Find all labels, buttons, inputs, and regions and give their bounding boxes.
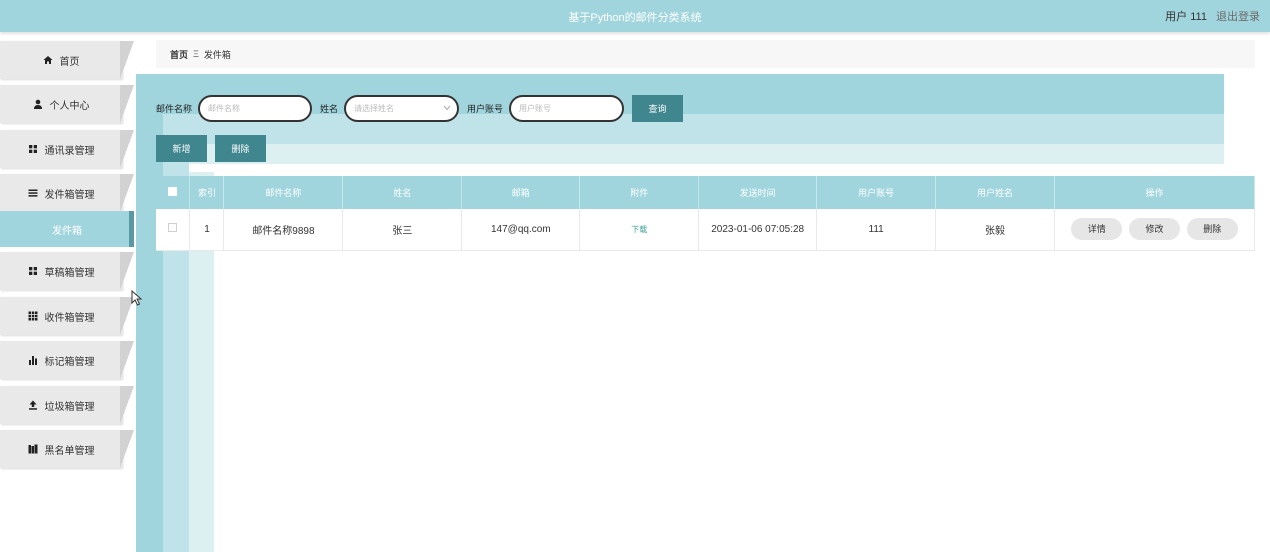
logout-link[interactable]: 退出登录 xyxy=(1216,11,1260,23)
sidebar-item-home[interactable]: 首页 xyxy=(0,41,136,79)
row-delete-button[interactable]: 删除 xyxy=(1186,218,1238,241)
person-icon xyxy=(33,99,43,109)
operations-cell: 详情 修改 删除 xyxy=(1054,209,1255,251)
sidebar-item-inbox[interactable]: 收件箱管理 xyxy=(0,297,136,335)
sidebar-subitem-outbox[interactable]: 发件箱 xyxy=(0,211,134,247)
sidebar-item-label: 标记箱管理 xyxy=(44,356,95,368)
sidebar-item-label: 通讯录管理 xyxy=(44,145,95,157)
sidebar-item-marked[interactable]: 标记箱管理 xyxy=(0,341,136,379)
sidebar-item-blacklist[interactable]: 黑名单管理 xyxy=(0,430,136,468)
index-cell: 1 xyxy=(189,209,225,251)
name-select[interactable]: 请选择姓名 xyxy=(344,95,460,122)
action-bar: 新增 删除 xyxy=(156,135,266,162)
app-title: 基于Python的邮件分类系统 xyxy=(568,12,702,24)
user-area: 用户 111 退出登录 xyxy=(1165,8,1260,24)
column-header: 用户账号 xyxy=(816,176,937,209)
sidebar-item-label: 草稿箱管理 xyxy=(44,267,95,279)
user-name-cell: 张毅 xyxy=(935,209,1056,251)
column-header: 操作 xyxy=(1054,176,1255,209)
sidebar-item-label: 收件箱管理 xyxy=(44,312,95,324)
book-icon xyxy=(28,444,38,454)
delete-button[interactable]: 删除 xyxy=(215,135,266,162)
account-cell: 111 xyxy=(816,209,937,251)
account-label: 用户账号 xyxy=(467,104,504,114)
sidebar-item-label: 个人中心 xyxy=(49,100,90,112)
account-placeholder: 用户账号 xyxy=(519,104,552,113)
add-button[interactable]: 新增 xyxy=(156,135,207,162)
row-checkbox[interactable] xyxy=(168,223,178,233)
name-label: 姓名 xyxy=(320,104,339,114)
select-all-header[interactable] xyxy=(156,176,191,209)
sidebar-item-label: 黑名单管理 xyxy=(44,445,95,457)
column-header: 邮箱 xyxy=(461,176,581,209)
sidebar: 首页 个人中心 通讯录管理 发件箱管理 发件箱 草稿箱管理 收件箱管理 标记箱管… xyxy=(0,32,136,552)
account-input[interactable]: 用户账号 xyxy=(509,95,625,122)
outbox-table: 索引 邮件名称 姓名 邮箱 附件 发送时间 用户账号 用户姓名 操作 1 邮件名… xyxy=(156,176,1255,251)
search-bar: 邮件名称 邮件名称 姓名 请选择姓名 用户账号 用户账号 查询 xyxy=(156,95,684,122)
upload-icon xyxy=(28,400,38,410)
name-cell: 张三 xyxy=(342,209,463,251)
sidebar-item-label: 首页 xyxy=(59,56,80,68)
detail-button[interactable]: 详情 xyxy=(1071,218,1123,241)
row-select-cell[interactable] xyxy=(156,209,191,251)
mouse-cursor-icon xyxy=(131,289,143,306)
user-label: 用户 111 xyxy=(1165,11,1207,23)
top-bar: 基于Python的邮件分类系统 用户 111 退出登录 xyxy=(0,0,1270,32)
table-row: 1 邮件名称9898 张三 147@qq.com 下载 2023-01-06 0… xyxy=(156,209,1255,251)
breadcrumb-separator: Ξ xyxy=(193,49,199,59)
column-header: 邮件名称 xyxy=(223,176,344,209)
sidebar-item-outbox[interactable]: 发件箱管理 xyxy=(0,174,136,212)
mail-name-input[interactable]: 邮件名称 xyxy=(198,95,313,122)
grid-icon xyxy=(28,144,38,154)
column-header: 用户姓名 xyxy=(935,176,1056,209)
sidebar-item-label: 发件箱管理 xyxy=(44,189,95,201)
sidebar-item-label: 垃圾箱管理 xyxy=(44,401,95,413)
query-button[interactable]: 查询 xyxy=(632,95,684,122)
column-header: 附件 xyxy=(579,176,700,209)
attachment-cell: 下载 xyxy=(579,209,700,251)
email-cell: 147@qq.com xyxy=(461,209,581,251)
list-icon xyxy=(28,188,38,198)
mail-name-placeholder: 邮件名称 xyxy=(208,104,241,113)
main-content: 首页 Ξ 发件箱 邮件名称 邮件名称 姓名 请选择姓名 用户账号 用户账号 查询… xyxy=(136,32,1270,552)
mail-name-cell: 邮件名称9898 xyxy=(223,209,344,251)
name-placeholder: 请选择姓名 xyxy=(354,104,395,113)
grid-dense-icon xyxy=(28,311,38,321)
breadcrumb-current: 发件箱 xyxy=(203,49,231,60)
sidebar-item-trash[interactable]: 垃圾箱管理 xyxy=(0,386,136,424)
home-icon xyxy=(43,55,53,65)
breadcrumb-home[interactable]: 首页 xyxy=(170,48,188,61)
chevron-down-icon xyxy=(443,104,451,113)
mail-name-label: 邮件名称 xyxy=(156,104,193,114)
select-all-checkbox[interactable] xyxy=(168,187,178,196)
decor-band xyxy=(189,144,1224,164)
column-header: 索引 xyxy=(189,176,225,209)
column-header: 姓名 xyxy=(342,176,463,209)
sidebar-item-drafts[interactable]: 草稿箱管理 xyxy=(0,252,136,290)
breadcrumb: 首页 Ξ 发件箱 xyxy=(156,40,1255,68)
sidebar-item-personal-center[interactable]: 个人中心 xyxy=(0,85,136,123)
sidebar-item-contacts[interactable]: 通讯录管理 xyxy=(0,130,136,168)
download-link[interactable]: 下载 xyxy=(631,225,647,234)
edit-button[interactable]: 修改 xyxy=(1129,218,1180,241)
bar-chart-icon xyxy=(28,355,38,365)
grid-icon xyxy=(28,266,38,276)
send-time-cell: 2023-01-06 07:05:28 xyxy=(698,209,818,251)
sidebar-subitem-label: 发件箱 xyxy=(52,225,82,237)
table-header-row: 索引 邮件名称 姓名 邮箱 附件 发送时间 用户账号 用户姓名 操作 xyxy=(156,176,1255,209)
column-header: 发送时间 xyxy=(698,176,818,209)
